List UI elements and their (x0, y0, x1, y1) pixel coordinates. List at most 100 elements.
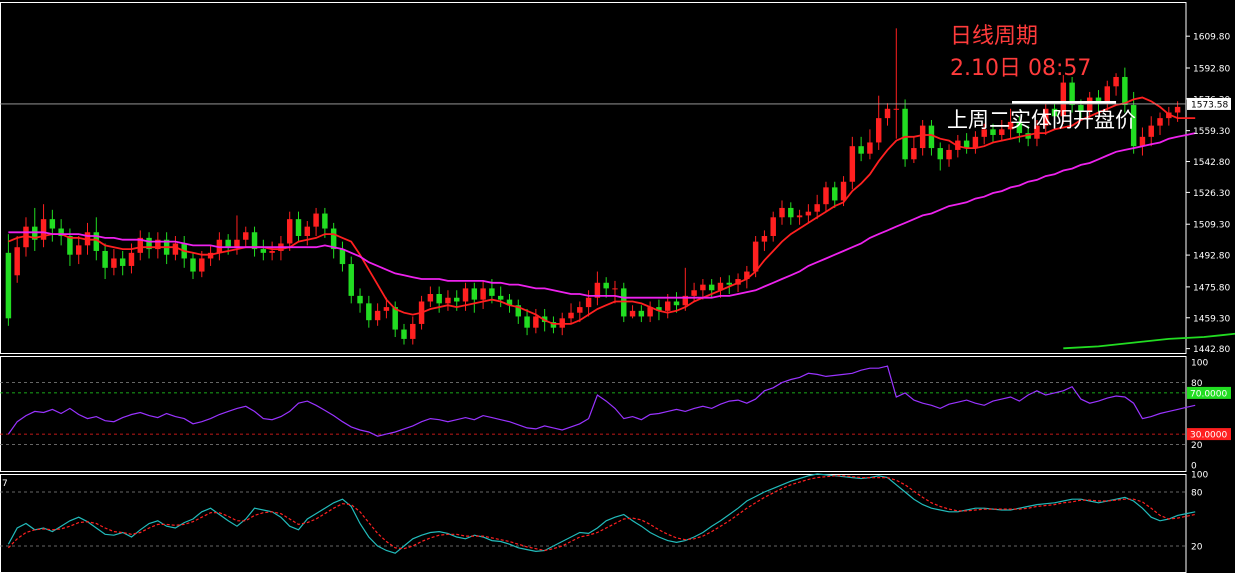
candle-body[interactable] (436, 294, 442, 304)
candle-body[interactable] (199, 258, 205, 272)
candle-body[interactable] (454, 297, 460, 302)
candle-body[interactable] (752, 241, 759, 272)
candle-body[interactable] (919, 125, 926, 149)
candle-body[interactable] (814, 204, 820, 212)
candle-body[interactable] (75, 245, 82, 255)
period-annotation: 日线周期 (950, 24, 1039, 49)
stoch-tick-label: 80 (1191, 489, 1203, 499)
candle-body[interactable] (867, 142, 873, 154)
candle-body[interactable] (673, 301, 680, 306)
candle-body[interactable] (111, 258, 117, 268)
candle-body[interactable] (1104, 86, 1111, 104)
candle-body[interactable] (805, 211, 812, 216)
candle-body[interactable] (225, 239, 231, 248)
candle-body[interactable] (348, 264, 354, 296)
candle-body[interactable] (102, 250, 108, 268)
candle-body[interactable] (401, 329, 407, 339)
candle-body[interactable] (304, 226, 311, 236)
candle-body[interactable] (902, 108, 908, 160)
candle-body[interactable] (128, 252, 135, 266)
candle-body[interactable] (489, 288, 495, 296)
trading-chart[interactable]: 7 1609.801592.801576.301559.301542.80152… (0, 0, 1235, 573)
candle-body[interactable] (427, 294, 434, 302)
chart-background (0, 0, 1235, 573)
candle-body[interactable] (383, 307, 390, 311)
candle-body[interactable] (577, 307, 583, 313)
price-tick-label: 1526.30 (1193, 189, 1230, 199)
candle-body[interactable] (295, 219, 302, 236)
candle-body[interactable] (603, 282, 609, 289)
candle-body[interactable] (339, 249, 346, 265)
candle-body[interactable] (761, 236, 768, 242)
candle-body[interactable] (480, 288, 486, 300)
candle-body[interactable] (937, 148, 943, 160)
candle-body[interactable] (5, 252, 12, 319)
candle-body[interactable] (779, 207, 785, 218)
candle-body[interactable] (471, 288, 478, 300)
candle-body[interactable] (638, 310, 645, 317)
candle-body[interactable] (875, 118, 882, 143)
candle-body[interactable] (911, 148, 917, 160)
candle-body[interactable] (524, 316, 530, 328)
candle-body[interactable] (1139, 136, 1146, 147)
candle-body[interactable] (568, 312, 574, 319)
candle-body[interactable] (119, 258, 126, 266)
candle-body[interactable] (260, 249, 267, 253)
candle-body[interactable] (410, 323, 416, 339)
candle-body[interactable] (708, 284, 715, 291)
candle-body[interactable] (823, 187, 829, 205)
candle-body[interactable] (629, 310, 636, 317)
candle-body[interactable] (893, 108, 900, 110)
candle-body[interactable] (1174, 106, 1181, 113)
price-tick-label: 1559.30 (1193, 127, 1230, 137)
candle-body[interactable] (49, 219, 56, 229)
candle-body[interactable] (832, 187, 838, 201)
price-tick-label: 1475.80 (1193, 283, 1230, 293)
candle-body[interactable] (928, 125, 935, 149)
candle-body[interactable] (1148, 125, 1154, 137)
datetime-annotation: 2.10日 08:57 (950, 56, 1092, 81)
rsi-tick-label: 100 (1191, 359, 1208, 369)
price-tick-label: 1442.80 (1193, 345, 1230, 355)
candle-body[interactable] (796, 215, 803, 218)
candle-body[interactable] (858, 146, 864, 154)
candle-body[interactable] (14, 247, 20, 276)
candle-body[interactable] (234, 239, 240, 248)
candle-body[interactable] (770, 217, 776, 236)
candle-body[interactable] (849, 146, 856, 182)
candle-body[interactable] (1113, 76, 1119, 87)
candle-body[interactable] (190, 258, 196, 272)
candle-body[interactable] (374, 310, 381, 321)
price-tick-label: 1459.30 (1193, 314, 1230, 324)
candle-body[interactable] (67, 236, 73, 255)
candle-body[interactable] (445, 297, 451, 304)
candle-body[interactable] (533, 316, 539, 328)
candle-body[interactable] (972, 136, 979, 149)
candle-body[interactable] (366, 303, 372, 321)
candle-body[interactable] (726, 282, 732, 285)
rsi-lower-label: 30.0000 (1190, 431, 1227, 441)
candle-body[interactable] (243, 232, 249, 240)
candle-body[interactable] (269, 250, 275, 253)
candle-body[interactable] (322, 213, 328, 229)
candle-body[interactable] (172, 243, 179, 255)
candle-body[interactable] (1122, 76, 1128, 106)
candle-body[interactable] (840, 181, 847, 201)
candle-body[interactable] (585, 297, 592, 308)
price-tick-label: 1609.80 (1193, 33, 1230, 43)
candle-body[interactable] (664, 301, 671, 311)
candle-body[interactable] (788, 207, 794, 218)
candle-body[interactable] (497, 295, 504, 300)
candle-body[interactable] (691, 290, 697, 296)
candle-body[interactable] (700, 284, 706, 291)
candle-body[interactable] (286, 219, 293, 244)
candle-body[interactable] (357, 295, 363, 304)
candle-body[interactable] (884, 108, 891, 119)
candle-body[interactable] (313, 213, 319, 227)
candle-body[interactable] (612, 288, 618, 290)
note-annotation: 上周二实体阴开盘价 (947, 108, 1136, 132)
candle-body[interactable] (1157, 118, 1163, 126)
candle-body[interactable] (462, 288, 469, 302)
candle-body[interactable] (621, 288, 627, 317)
candle-body[interactable] (946, 149, 952, 160)
